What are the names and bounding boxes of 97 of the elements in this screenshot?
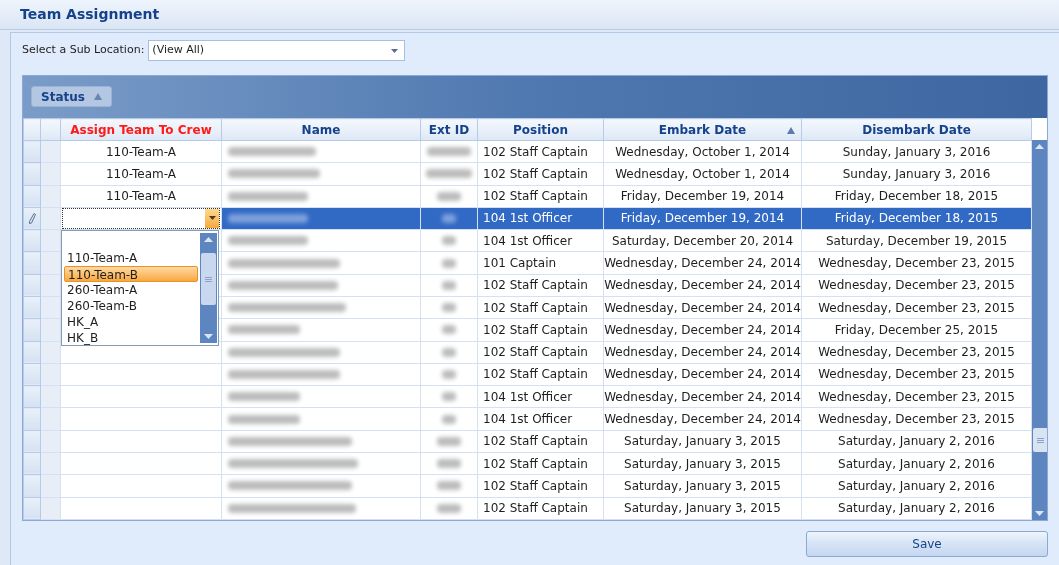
table-cell[interactable]: Wednesday, December 24, 2014: [603, 274, 802, 297]
table-cell[interactable]: Friday, December 25, 2015: [801, 318, 1032, 342]
table-cell[interactable]: Saturday, December 20, 2014: [603, 229, 802, 252]
table-cell[interactable]: 102 Staff Captain: [477, 296, 604, 319]
table-cell[interactable]: Wednesday, December 23, 2015: [801, 385, 1032, 408]
blurred-text: [442, 236, 456, 246]
table-cell[interactable]: Wednesday, December 23, 2015: [801, 296, 1032, 319]
table-cell: 110-Team-A: [105, 144, 177, 159]
table-cell[interactable]: 102 Staff Captain: [477, 274, 604, 297]
blurred-text: [426, 169, 472, 179]
table-cell[interactable]: Saturday, January 2, 2016: [801, 474, 1032, 497]
save-button[interactable]: Save: [806, 531, 1048, 557]
list-scrollbar[interactable]: [200, 233, 217, 343]
blurred-text: [442, 258, 456, 268]
table-cell[interactable]: Wednesday, December 23, 2015: [801, 407, 1032, 431]
dropdown-arrow-icon: [391, 48, 399, 53]
table-cell[interactable]: Wednesday, December 24, 2014: [603, 407, 802, 431]
table-cell[interactable]: Sunday, January 3, 2016: [801, 162, 1032, 186]
blurred-text: [427, 147, 471, 157]
scroll-up-icon[interactable]: [1035, 144, 1044, 149]
table-cell[interactable]: 102 Staff Captain: [477, 140, 604, 163]
table-cell[interactable]: Friday, December 19, 2014: [603, 207, 802, 230]
blurred-text: [228, 325, 300, 335]
sub-location-dropdown[interactable]: (View All): [148, 40, 406, 61]
blurred-text: [437, 459, 461, 469]
table-cell[interactable]: 102 Staff Captain: [477, 497, 604, 520]
window-title: Team Assignment: [20, 5, 160, 24]
blurred-text: [442, 392, 456, 402]
blurred-text: [442, 347, 456, 357]
table-cell[interactable]: Friday, December 18, 2015: [801, 185, 1032, 208]
blurred-text: [437, 191, 461, 201]
team-combo-box[interactable]: [62, 208, 220, 229]
blurred-text: [442, 369, 456, 379]
table-cell[interactable]: Sunday, January 3, 2016: [801, 140, 1032, 163]
table-cell[interactable]: Wednesday, December 23, 2015: [801, 341, 1032, 364]
group-by-chip[interactable]: Status: [31, 86, 112, 107]
column-header[interactable]: Name: [221, 118, 421, 141]
table-cell[interactable]: Saturday, January 2, 2016: [801, 497, 1032, 520]
sort-ascending-icon: [93, 93, 102, 100]
scrollbar-thumb[interactable]: [1033, 428, 1047, 452]
column-header[interactable]: Ext ID: [420, 118, 478, 141]
blurred-text: [437, 436, 461, 446]
table-cell[interactable]: Wednesday, October 1, 2014: [603, 162, 802, 186]
table-cell[interactable]: 102 Staff Captain: [477, 185, 604, 208]
table-cell[interactable]: 102 Staff Captain: [477, 452, 604, 475]
table-cell[interactable]: Saturday, January 3, 2015: [603, 497, 802, 520]
table-cell[interactable]: 104 1st Officer: [477, 207, 604, 230]
scroll-down-icon[interactable]: [204, 334, 213, 339]
dropdown-option[interactable]: HK_A: [64, 314, 198, 330]
vertical-scrollbar[interactable]: [1032, 140, 1047, 520]
scrollbar-thumb[interactable]: [201, 253, 216, 305]
table-cell[interactable]: Friday, December 18, 2015: [801, 207, 1032, 230]
blurred-text: [442, 414, 456, 424]
scroll-up-icon[interactable]: [204, 237, 213, 242]
table-cell[interactable]: Wednesday, December 24, 2014: [603, 318, 802, 342]
sort-ascending-icon: [787, 127, 795, 134]
table-cell[interactable]: 102 Staff Captain: [477, 430, 604, 453]
table-cell[interactable]: Wednesday, December 24, 2014: [603, 385, 802, 408]
dropdown-option[interactable]: HK_B: [64, 330, 198, 346]
blurred-text: [228, 392, 300, 402]
column-header[interactable]: Embark Date: [603, 118, 802, 141]
scroll-down-icon[interactable]: [1035, 511, 1044, 516]
blurred-text: [437, 481, 461, 491]
table-cell[interactable]: Wednesday, December 23, 2015: [801, 251, 1032, 275]
table-cell: 110-Team-A: [105, 166, 177, 181]
blurred-text: [442, 214, 456, 223]
dropdown-option[interactable]: 110-Team-B: [64, 266, 198, 282]
table-cell[interactable]: Wednesday, December 24, 2014: [603, 341, 802, 364]
field-label: Select a Sub Location:: [22, 42, 145, 59]
table-cell[interactable]: Wednesday, December 23, 2015: [801, 274, 1032, 297]
edit-pencil-icon: [28, 213, 36, 225]
table-cell[interactable]: 102 Staff Captain: [477, 363, 604, 386]
table-cell[interactable]: Saturday, December 19, 2015: [801, 229, 1032, 252]
blurred-text: [442, 303, 456, 313]
table-cell[interactable]: Wednesday, December 23, 2015: [801, 363, 1032, 386]
table-cell[interactable]: 104 1st Officer: [477, 385, 604, 408]
column-header[interactable]: Disembark Date: [801, 118, 1032, 141]
column-header[interactable]: Position: [477, 118, 604, 141]
blurred-text: [442, 325, 456, 335]
table-cell[interactable]: Saturday, January 3, 2015: [603, 430, 802, 453]
dropdown-button[interactable]: [205, 209, 219, 228]
blurred-text: [442, 280, 456, 290]
table-cell[interactable]: Wednesday, December 24, 2014: [603, 251, 802, 275]
blurred-text: [228, 414, 300, 424]
table-cell[interactable]: Wednesday, December 24, 2014: [603, 363, 802, 386]
table-cell[interactable]: Friday, December 19, 2014: [603, 185, 802, 208]
table-cell[interactable]: Saturday, January 3, 2015: [603, 452, 802, 475]
table-cell[interactable]: 104 1st Officer: [477, 229, 604, 252]
table-cell[interactable]: Saturday, January 2, 2016: [801, 430, 1032, 453]
table-cell[interactable]: Saturday, January 2, 2016: [801, 452, 1032, 475]
table-cell[interactable]: 102 Staff Captain: [477, 341, 604, 364]
blurred-text: [437, 503, 461, 513]
table-cell: 110-Team-A: [105, 189, 177, 204]
table-cell[interactable]: Wednesday, December 24, 2014: [603, 296, 802, 319]
dropdown-arrow-icon: [208, 216, 216, 221]
table-cell[interactable]: Wednesday, October 1, 2014: [603, 140, 802, 163]
table-cell[interactable]: Saturday, January 3, 2015: [603, 474, 802, 497]
